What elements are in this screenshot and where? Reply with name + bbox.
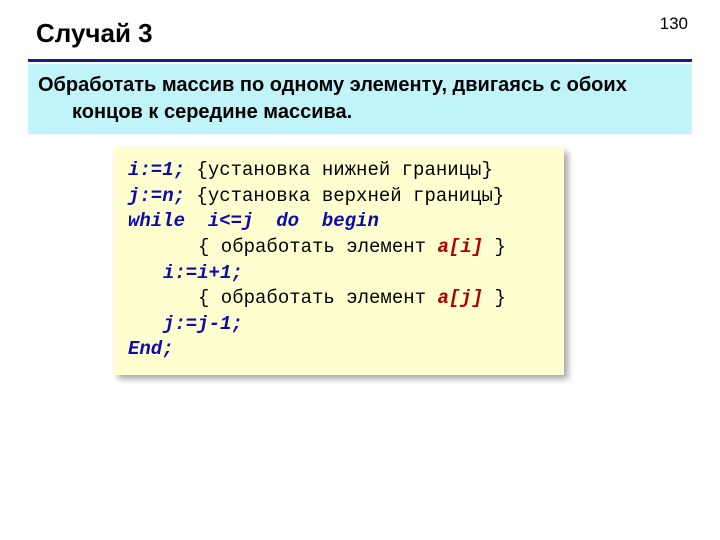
description-text: Обработать массив по одному элементу, дв… <box>70 72 684 126</box>
description-box: Обработать массив по одному элементу, дв… <box>28 64 692 134</box>
page-number: 130 <box>660 14 688 34</box>
code-line-7: j:=j-1; <box>128 312 550 338</box>
code-keyword: while i<=j do begin <box>128 210 379 232</box>
code-comment: {установка верхней границы} <box>185 185 504 207</box>
slide-title: Случай 3 <box>36 18 692 49</box>
code-comment: } <box>483 287 506 309</box>
code-line-5: i:=i+1; <box>128 261 550 287</box>
code-keyword: j:=n; <box>128 185 185 207</box>
code-keyword: End; <box>128 338 174 360</box>
code-line-1: i:=1; {установка нижней границы} <box>128 158 550 184</box>
code-comment: { обработать элемент <box>198 236 437 258</box>
code-keyword: i:=i+1; <box>163 262 243 284</box>
code-line-8: End; <box>128 337 550 363</box>
title-underline <box>28 59 692 62</box>
code-highlight: a[i] <box>437 236 483 258</box>
code-line-4: { обработать элемент a[i] } <box>128 235 550 261</box>
code-comment: } <box>483 236 506 258</box>
code-comment: { обработать элемент <box>198 287 437 309</box>
code-comment: {установка нижней границы} <box>185 159 493 181</box>
code-box: i:=1; {установка нижней границы} j:=n; {… <box>114 148 564 375</box>
code-line-6: { обработать элемент a[j] } <box>128 286 550 312</box>
slide: 130 Случай 3 Обработать массив по одному… <box>0 0 720 540</box>
code-highlight: a[j] <box>437 287 483 309</box>
code-keyword: i:=1; <box>128 159 185 181</box>
code-keyword: j:=j-1; <box>163 313 243 335</box>
code-line-2: j:=n; {установка верхней границы} <box>128 184 550 210</box>
code-line-3: while i<=j do begin <box>128 209 550 235</box>
